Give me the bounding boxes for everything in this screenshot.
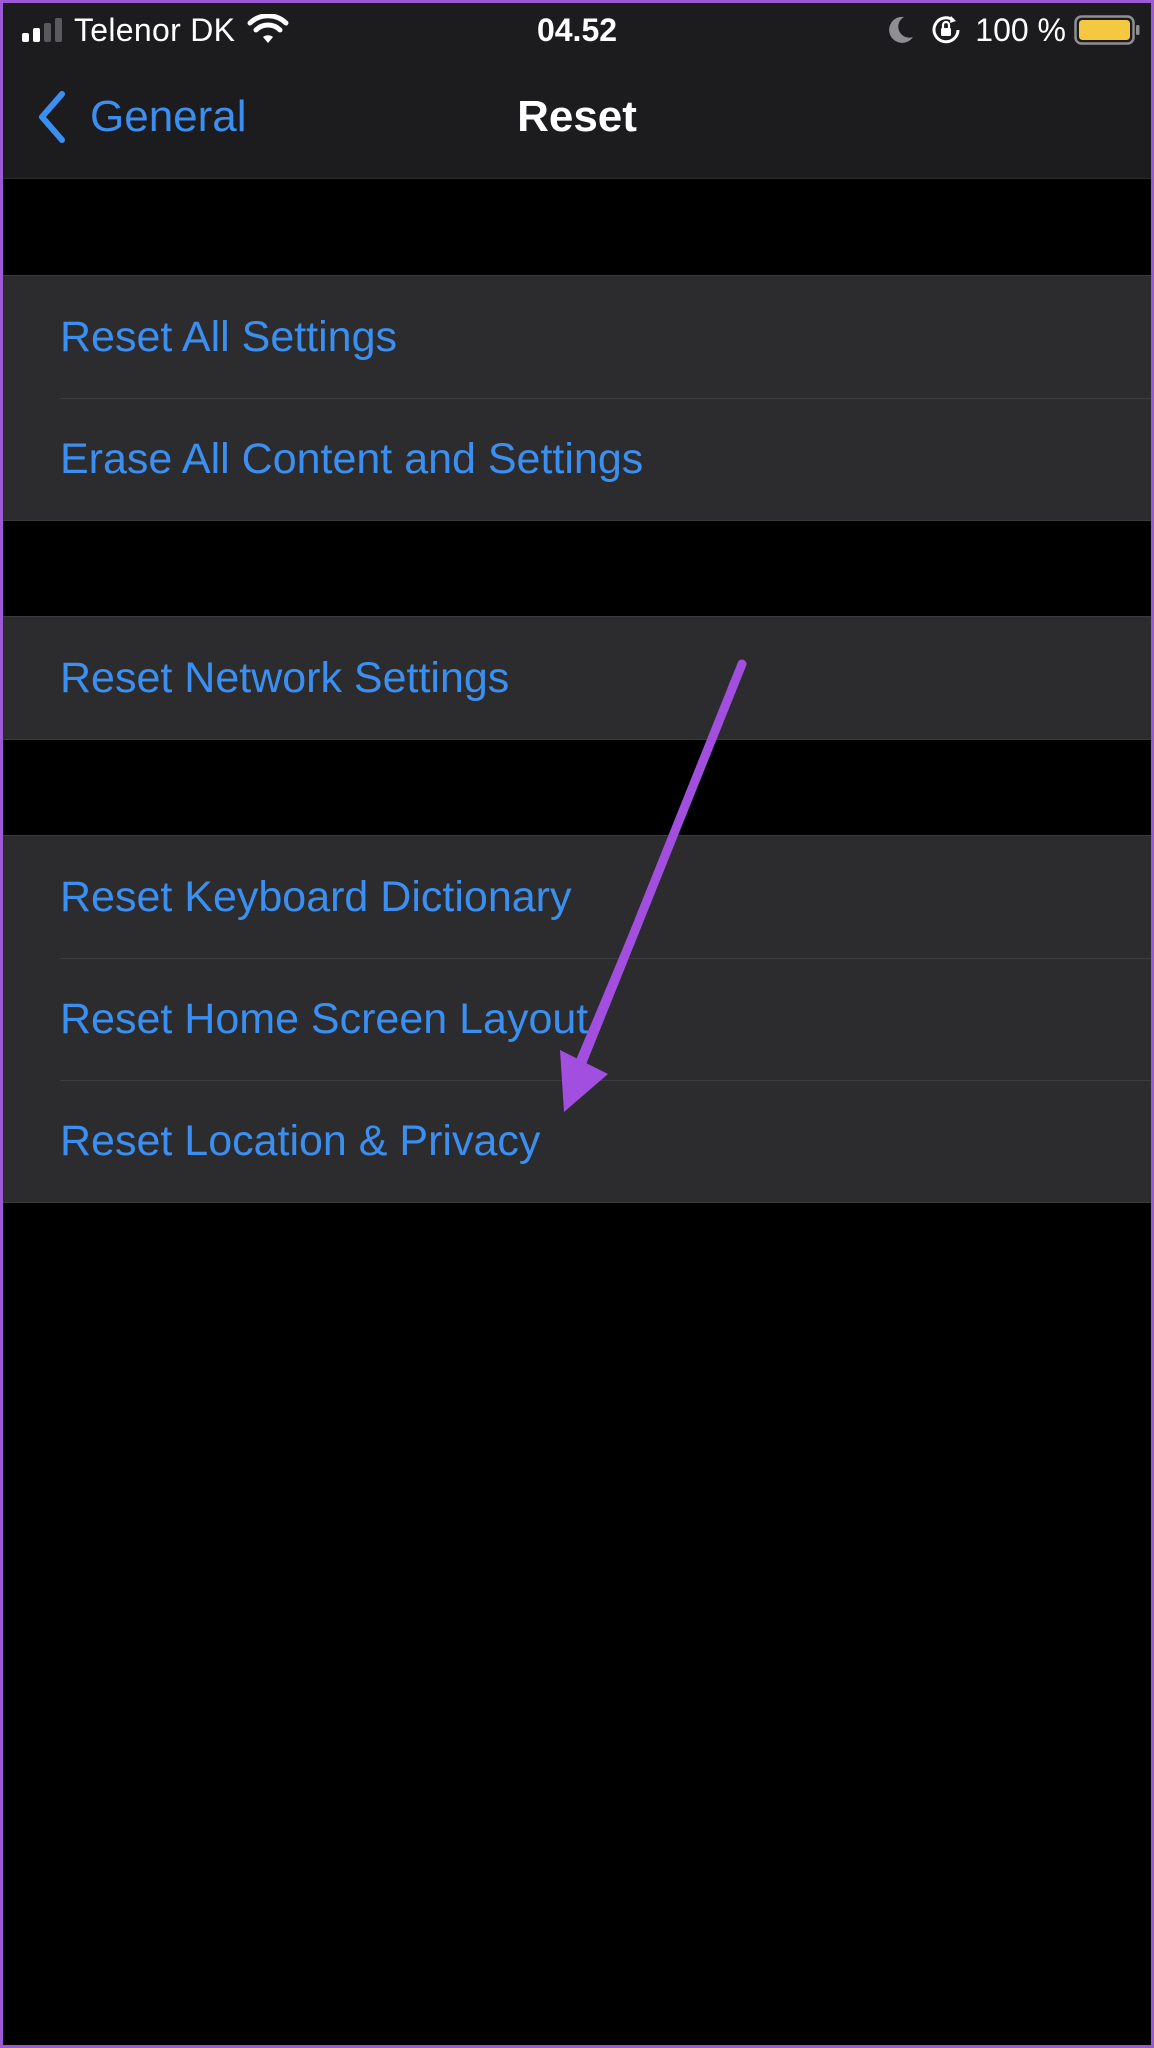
settings-group-misc: Reset Keyboard Dictionary Reset Home Scr… xyxy=(0,835,1154,1203)
row-label: Reset Network Settings xyxy=(60,654,510,702)
row-label: Reset Location & Privacy xyxy=(60,1117,541,1165)
reset-keyboard-dictionary-row[interactable]: Reset Keyboard Dictionary xyxy=(0,836,1154,958)
row-label: Reset Home Screen Layout xyxy=(60,995,589,1043)
reset-network-settings-row[interactable]: Reset Network Settings xyxy=(0,617,1154,739)
settings-group-reset-erase: Reset All Settings Erase All Content and… xyxy=(0,275,1154,521)
navigation-bar: General Reset xyxy=(0,58,1154,179)
rotation-lock-icon xyxy=(932,16,960,44)
row-label: Reset All Settings xyxy=(60,313,398,361)
status-bar-right: 100 % xyxy=(887,10,1140,50)
row-label: Erase All Content and Settings xyxy=(60,435,644,483)
battery-percentage: 100 % xyxy=(975,11,1066,48)
row-label: Reset Keyboard Dictionary xyxy=(60,873,572,921)
erase-all-content-row[interactable]: Erase All Content and Settings xyxy=(0,398,1154,520)
moon-icon xyxy=(889,16,914,43)
battery-icon xyxy=(1074,15,1140,45)
settings-group-network: Reset Network Settings xyxy=(0,616,1154,740)
status-bar: Telenor DK 04.52 100 % xyxy=(0,0,1154,58)
page-title: Reset xyxy=(517,92,637,141)
reset-home-screen-layout-row[interactable]: Reset Home Screen Layout xyxy=(0,958,1154,1080)
reset-location-privacy-row[interactable]: Reset Location & Privacy xyxy=(0,1080,1154,1202)
reset-all-settings-row[interactable]: Reset All Settings xyxy=(0,276,1154,398)
